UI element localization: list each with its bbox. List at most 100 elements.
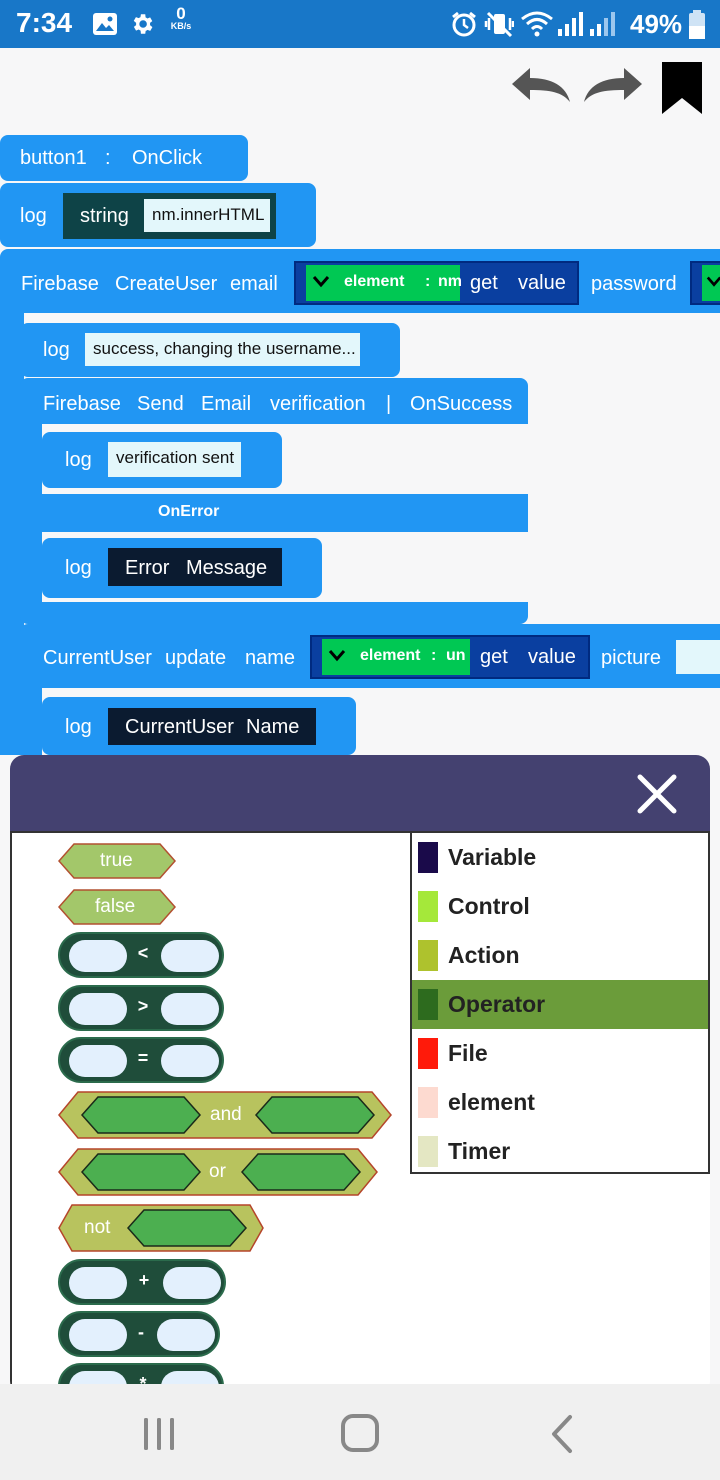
firebase-label: Firebase xyxy=(43,393,121,415)
log-label: log xyxy=(65,716,92,738)
category-operator[interactable]: Operator xyxy=(412,980,708,1029)
navigation-bar xyxy=(0,1384,720,1480)
category-swatch xyxy=(418,940,438,971)
less-than-block[interactable]: < xyxy=(58,932,224,978)
not-block[interactable]: not xyxy=(58,1204,264,1252)
category-action[interactable]: Action xyxy=(412,931,708,980)
event-name-label: OnClick xyxy=(132,147,203,169)
dialog-header xyxy=(10,755,710,831)
plus-block[interactable]: + xyxy=(58,1259,226,1305)
operator-palette: true false < > = and or not + - xyxy=(10,831,410,1395)
category-swatch xyxy=(418,1087,438,1118)
log-value-field[interactable]: success, changing the username... xyxy=(85,333,360,366)
element-dropdown-un[interactable]: element : un xyxy=(322,639,470,675)
true-block[interactable]: true xyxy=(58,843,176,879)
right-operand-slot[interactable] xyxy=(163,1267,221,1299)
log-label: log xyxy=(20,205,47,227)
firebase-label: Firebase xyxy=(21,273,99,295)
net-speed: 0 KB/s xyxy=(170,4,192,31)
category-file[interactable]: File xyxy=(412,1029,708,1078)
equals-block[interactable]: = xyxy=(58,1037,224,1083)
or-block[interactable]: or xyxy=(58,1148,378,1196)
chevron-down-icon xyxy=(706,276,720,287)
log-value-field[interactable]: verification sent xyxy=(108,442,241,477)
verification-label: verification xyxy=(270,393,366,415)
chevron-down-icon xyxy=(312,276,330,288)
element-dropdown-nm[interactable]: element : nm xyxy=(306,265,462,301)
value-label: value xyxy=(518,272,566,294)
battery-icon xyxy=(689,10,705,39)
currentuser-name-block[interactable]: CurrentUser Name xyxy=(108,708,316,745)
name-getvalue-block[interactable]: element : un get value xyxy=(310,635,590,679)
log-block-1[interactable]: log string nm.innerHTML xyxy=(0,183,316,247)
string-value-field[interactable]: nm.innerHTML xyxy=(144,199,270,232)
element-dropdown-pw[interactable] xyxy=(702,265,720,301)
category-list: Variable Control Action Operator File el… xyxy=(410,831,710,1174)
minus-block[interactable]: - xyxy=(58,1311,220,1357)
right-operand-slot[interactable] xyxy=(161,940,219,972)
undo-icon[interactable] xyxy=(508,66,574,106)
signal-icon xyxy=(558,12,583,36)
left-operand-slot[interactable] xyxy=(69,1267,127,1299)
get-label: get xyxy=(470,272,498,294)
left-operand-slot[interactable] xyxy=(69,1319,127,1351)
right-operand-slot[interactable] xyxy=(161,993,219,1025)
right-operand-slot[interactable] xyxy=(157,1319,215,1351)
update-label: update xyxy=(165,647,227,669)
email-getvalue-block[interactable]: element : nm get value xyxy=(294,261,579,305)
left-operand-slot[interactable] xyxy=(69,1045,127,1077)
picture-field[interactable] xyxy=(676,640,720,674)
log-block-4[interactable]: log Error Message xyxy=(42,538,322,598)
home-icon[interactable] xyxy=(340,1413,380,1453)
recent-apps-icon[interactable] xyxy=(140,1416,178,1452)
close-icon[interactable] xyxy=(630,767,684,821)
left-operand-slot[interactable] xyxy=(69,940,127,972)
error-message-block[interactable]: Error Message xyxy=(108,548,282,586)
send-label: Send xyxy=(137,393,184,415)
log-label: log xyxy=(65,557,92,579)
bookmark-icon[interactable] xyxy=(660,60,704,116)
false-block[interactable]: false xyxy=(58,889,176,925)
log-label: log xyxy=(65,449,92,471)
block-picker-dialog: true false < > = and or not + - Variable… xyxy=(10,755,710,1395)
vibrate-icon xyxy=(484,11,514,38)
event-sep: : xyxy=(105,147,111,169)
redo-icon[interactable] xyxy=(580,66,646,106)
onerror-label: OnError xyxy=(158,503,220,520)
category-swatch xyxy=(418,842,438,873)
right-operand-slot[interactable] xyxy=(161,1045,219,1077)
picture-label: picture xyxy=(601,647,662,669)
alarm-icon xyxy=(452,11,476,37)
image-icon xyxy=(93,13,117,35)
event-target-label: button1 xyxy=(20,147,87,169)
category-swatch xyxy=(418,989,438,1020)
log-block-2[interactable]: log success, changing the username... xyxy=(20,323,400,377)
wifi-icon xyxy=(521,11,553,37)
chevron-down-icon xyxy=(328,650,346,662)
password-getvalue-block[interactable] xyxy=(690,261,720,305)
password-label: password xyxy=(591,273,677,295)
category-swatch xyxy=(418,891,438,922)
get-label: get xyxy=(480,646,508,668)
separator: | xyxy=(386,393,392,415)
clock: 7:34 xyxy=(16,7,73,38)
category-element[interactable]: element xyxy=(412,1078,708,1127)
event-block-button1[interactable]: button1 : OnClick xyxy=(0,135,248,181)
email-label: Email xyxy=(201,393,252,415)
category-timer[interactable]: Timer xyxy=(412,1127,708,1176)
left-operand-slot[interactable] xyxy=(69,993,127,1025)
string-block[interactable]: string nm.innerHTML xyxy=(63,193,276,239)
log-label: log xyxy=(43,339,70,361)
category-swatch xyxy=(418,1136,438,1167)
settings-icon xyxy=(133,14,153,34)
createuser-label: CreateUser xyxy=(115,273,218,295)
back-icon[interactable] xyxy=(546,1414,578,1454)
log-block-3[interactable]: log verification sent xyxy=(42,432,282,488)
category-control[interactable]: Control xyxy=(412,882,708,931)
and-block[interactable]: and xyxy=(58,1091,392,1139)
log-block-5[interactable]: log CurrentUser Name xyxy=(42,697,356,755)
greater-than-block[interactable]: > xyxy=(58,985,224,1031)
signal-icon-2 xyxy=(590,12,615,36)
onsuccess-label: OnSuccess xyxy=(410,393,513,415)
category-variable[interactable]: Variable xyxy=(412,833,708,882)
